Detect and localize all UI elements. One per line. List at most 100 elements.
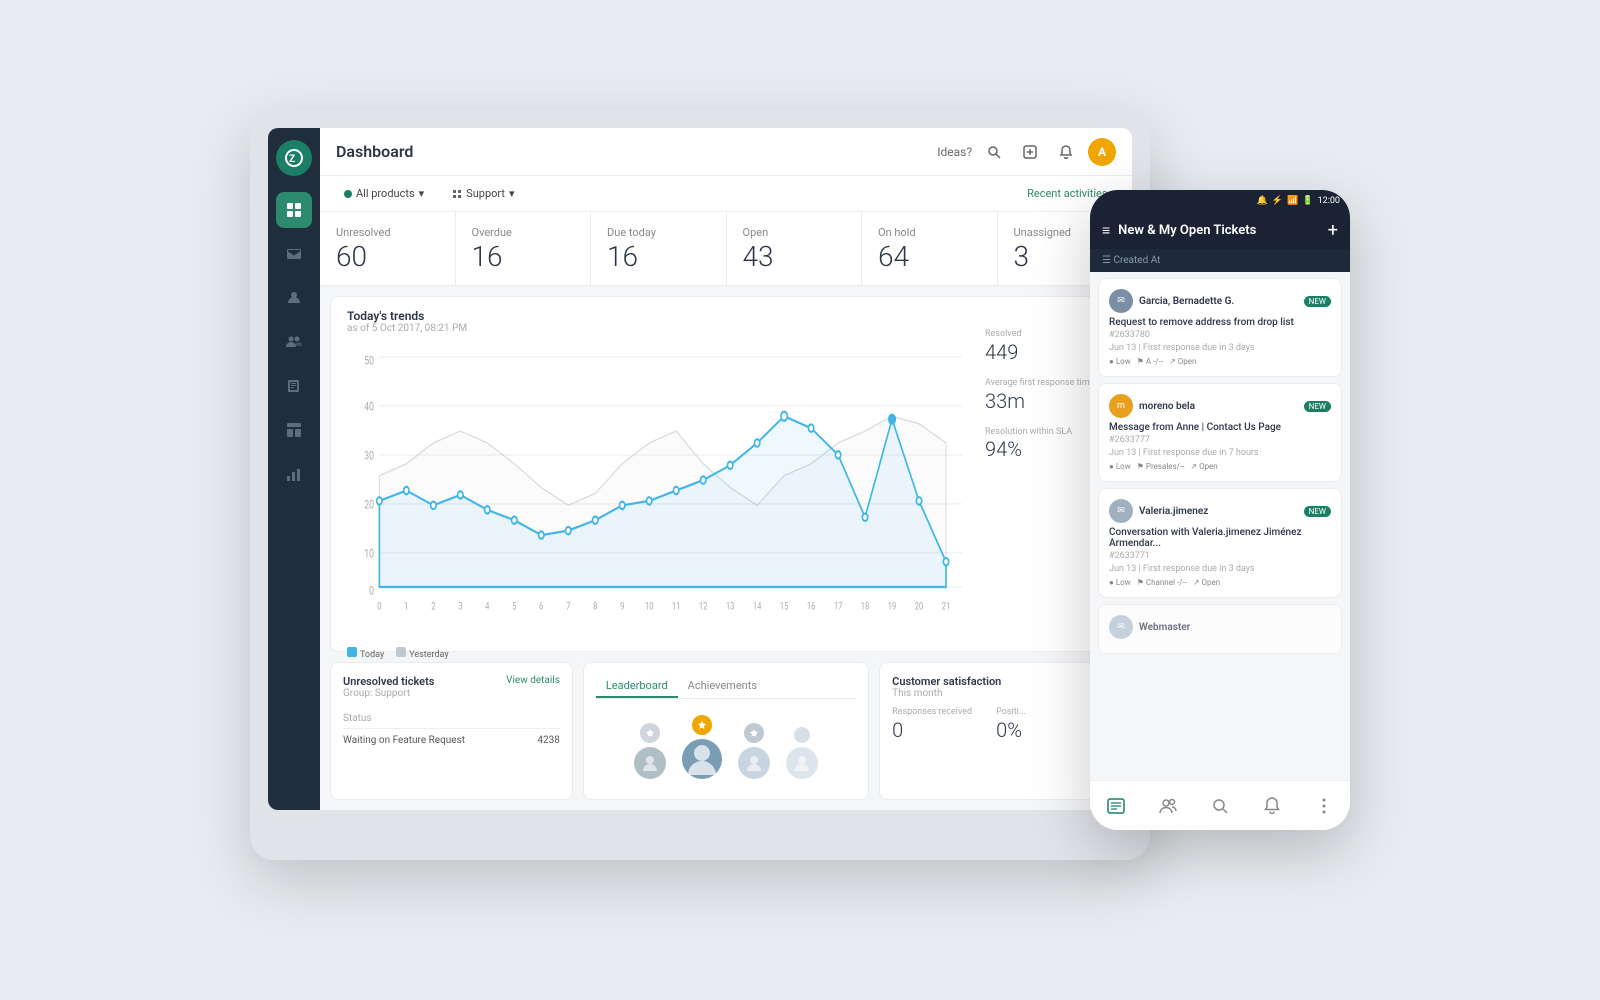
ticket-card-webmaster[interactable]: ✉ Webmaster	[1098, 604, 1342, 654]
laptop-screen: Z	[268, 128, 1132, 810]
tab-leaderboard[interactable]: Leaderboard	[596, 675, 678, 698]
phone-nav-tickets[interactable]	[1106, 796, 1126, 816]
svg-text:20: 20	[915, 601, 923, 612]
chart-title: Today's trends	[347, 309, 973, 323]
svg-text:8: 8	[593, 601, 597, 612]
sidebar-item-teams[interactable]	[276, 324, 312, 360]
svg-text:1: 1	[404, 601, 408, 612]
svg-text:3: 3	[458, 601, 462, 612]
svg-text:11: 11	[672, 601, 680, 612]
ticket-avatar-garcia: ✉	[1109, 289, 1133, 313]
lb-third-place	[738, 723, 770, 779]
svg-text:14: 14	[753, 601, 761, 612]
ticket-card-garcia[interactable]: ✉ Garcia, Bernadette G. NEW Request to r…	[1098, 278, 1342, 377]
stat-overdue[interactable]: Overdue 16	[456, 212, 592, 285]
sidebar-item-users[interactable]	[276, 280, 312, 316]
sidebar-item-reports[interactable]	[276, 456, 312, 492]
svg-text:50: 50	[364, 353, 374, 368]
svg-text:17: 17	[834, 601, 842, 612]
filterbar: All products ▾ Support ▾ Recent activiti…	[320, 176, 1132, 212]
ticket-card-moreno[interactable]: m moreno bela NEW Message from Anne | Co…	[1098, 383, 1342, 482]
tab-achievements[interactable]: Achievements	[678, 675, 767, 698]
search-button[interactable]	[980, 138, 1008, 166]
stat-cards: Unresolved 60 Overdue 16 Due today 16 Op…	[320, 212, 1132, 286]
page-title: Dashboard	[336, 142, 925, 161]
phone-nav-search[interactable]	[1210, 796, 1230, 816]
sidebar-item-dashboard[interactable]	[276, 192, 312, 228]
sidebar-item-inbox[interactable]	[276, 236, 312, 272]
phone-filter-bar: ☰ Created At	[1090, 249, 1350, 272]
ticket-avatar-valeria: ✉	[1109, 499, 1133, 523]
svg-text:6: 6	[539, 601, 543, 612]
ideas-link[interactable]: Ideas?	[937, 145, 972, 159]
status-row-feature-request: Waiting on Feature Request 4238	[343, 735, 560, 746]
chart-stat-resolved: Resolved 449	[985, 329, 1105, 364]
sidebar-item-book[interactable]	[276, 368, 312, 404]
svg-text:12: 12	[699, 601, 707, 612]
chart-area: Today's trends as of 5 Oct 2017, 08:21 P…	[330, 296, 1122, 652]
chart-stat-sla: Resolution within SLA 94%	[985, 427, 1105, 462]
phone-ticket-list: ✉ Garcia, Bernadette G. NEW Request to r…	[1090, 272, 1350, 780]
bottom-panels: Unresolved tickets Group: Support View d…	[330, 662, 1122, 800]
leaderboard-avatars	[596, 707, 856, 787]
sidebar-item-widget[interactable]	[276, 412, 312, 448]
phone-nav-more[interactable]	[1314, 796, 1334, 816]
chart-main: Today's trends as of 5 Oct 2017, 08:21 P…	[347, 309, 973, 639]
notifications-button[interactable]	[1052, 138, 1080, 166]
svg-text:13: 13	[726, 601, 734, 612]
hamburger-menu-icon[interactable]: ≡	[1102, 222, 1110, 239]
svg-text:9: 9	[620, 601, 624, 612]
lb-second-place	[634, 723, 666, 779]
svg-text:4: 4	[485, 601, 489, 612]
laptop-device: Z	[250, 110, 1150, 860]
phone-bottom-nav	[1090, 780, 1350, 830]
svg-text:10: 10	[364, 546, 374, 561]
stat-open[interactable]: Open 43	[727, 212, 863, 285]
phone-header-title: ≡ New & My Open Tickets	[1102, 222, 1256, 239]
svg-text:20: 20	[364, 497, 374, 512]
lb-fourth-place	[786, 727, 818, 779]
chart-subtitle: as of 5 Oct 2017, 08:21 PM	[347, 323, 973, 334]
ticket-avatar-moreno: m	[1109, 394, 1133, 418]
svg-text:10: 10	[645, 601, 653, 612]
leaderboard-tabs: Leaderboard Achievements	[596, 675, 856, 699]
add-button[interactable]	[1016, 138, 1044, 166]
svg-text:Z: Z	[289, 154, 295, 165]
view-details-link[interactable]: View details	[506, 675, 560, 686]
main-content: Dashboard Ideas? A	[320, 128, 1132, 810]
scene: Z	[250, 110, 1350, 890]
chart-svg-container: 0 10 20 30 40 50	[347, 342, 973, 639]
lb-first-place	[682, 715, 722, 779]
svg-text:19: 19	[888, 601, 896, 612]
svg-text:30: 30	[364, 448, 374, 463]
ticket-card-valeria[interactable]: ✉ Valeria.jimenez NEW Conversation with …	[1098, 488, 1342, 598]
svg-text:40: 40	[364, 399, 374, 414]
svg-text:16: 16	[807, 601, 815, 612]
support-filter[interactable]: Support ▾	[444, 184, 522, 203]
phone-nav-notifications[interactable]	[1262, 796, 1282, 816]
svg-text:0: 0	[369, 583, 374, 598]
stat-unresolved[interactable]: Unresolved 60	[320, 212, 456, 285]
svg-text:18: 18	[861, 601, 869, 612]
stat-due-today[interactable]: Due today 16	[591, 212, 727, 285]
sidebar: Z	[268, 128, 320, 810]
ticket-avatar-webmaster: ✉	[1109, 615, 1133, 639]
phone-header: ≡ New & My Open Tickets +	[1090, 212, 1350, 249]
svg-text:5: 5	[512, 601, 516, 612]
leaderboard-panel: Leaderboard Achievements	[583, 662, 869, 800]
topbar: Dashboard Ideas? A	[320, 128, 1132, 176]
app-logo[interactable]: Z	[276, 140, 312, 176]
chart-side-stats: Resolved 449 Average first response time…	[985, 309, 1105, 639]
user-avatar[interactable]: A	[1088, 138, 1116, 166]
phone-status-bar: 🔔 ⚡ 📶 🔋 12:00	[1090, 190, 1350, 212]
chart-legend: Today Yesterday	[347, 647, 973, 660]
unresolved-tickets-panel: Unresolved tickets Group: Support View d…	[330, 662, 573, 800]
all-products-filter[interactable]: All products ▾	[336, 184, 432, 203]
customer-satisfaction-panel: Customer satisfaction This month Respons…	[879, 662, 1122, 800]
phone-nav-agents[interactable]	[1158, 796, 1178, 816]
topbar-actions: Ideas? A	[937, 138, 1116, 166]
svg-text:2: 2	[431, 601, 435, 612]
add-ticket-button[interactable]: +	[1328, 220, 1338, 241]
svg-text:21: 21	[942, 601, 950, 612]
stat-on-hold[interactable]: On hold 64	[862, 212, 998, 285]
